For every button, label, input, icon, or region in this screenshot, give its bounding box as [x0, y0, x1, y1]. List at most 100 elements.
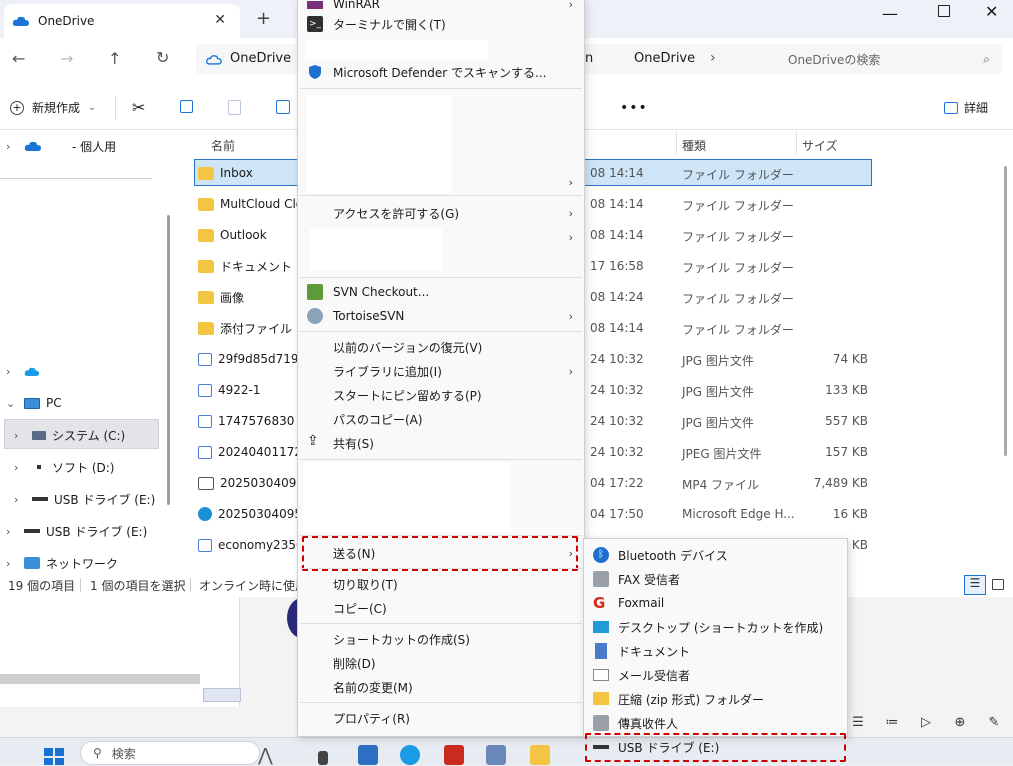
image-file-icon [198, 538, 212, 552]
chevron-right-icon[interactable]: › [6, 365, 18, 378]
sidebar-item-pc[interactable]: ⌄ PC [6, 389, 62, 417]
breadcrumb-fragment[interactable]: n [585, 51, 593, 66]
taskbar-search[interactable]: ⚲ 検索 [80, 741, 260, 765]
menu-item-copy-path[interactable]: パスのコピー(A) [297, 408, 585, 430]
app-icon[interactable] [318, 751, 328, 765]
menu-item-cut[interactable]: 切り取り(T) [297, 573, 585, 595]
send-to-mail[interactable]: メール受信者 [583, 663, 848, 687]
close-window-icon[interactable]: ✕ [985, 2, 998, 21]
column-header-size[interactable]: サイズ [802, 137, 838, 154]
forward-icon[interactable]: → [60, 49, 73, 68]
column-header-name[interactable]: 名前 [211, 137, 235, 154]
copy-icon[interactable] [180, 100, 193, 113]
play-icon[interactable]: ▷ [916, 715, 936, 730]
menu-item-create-shortcut[interactable]: ショートカットの作成(S) [297, 628, 585, 650]
menu-item-defender-scan[interactable]: Microsoft Defender でスキャンする... [297, 61, 585, 83]
sidebar-item-system-c[interactable]: › システム (C:) [14, 421, 125, 449]
menu-item-delete[interactable]: 削除(D) [297, 652, 585, 674]
chevron-right-icon[interactable]: › [6, 140, 18, 153]
menu-item-tortoisesvn[interactable]: TortoiseSVN › [297, 305, 585, 327]
windows-start-icon[interactable] [44, 748, 64, 765]
taskbar-search-input[interactable]: 検索 [112, 745, 136, 762]
menu-item-pin-to-start[interactable]: スタートにピン留めする(P) [297, 384, 585, 406]
usb-drive-icon [32, 497, 48, 501]
send-to-fax-recipient[interactable]: 傳真收件人 [583, 711, 848, 735]
send-to-bluetooth[interactable]: ᛒ Bluetooth デバイス [583, 543, 848, 567]
sidebar-item-onedrive[interactable]: › [6, 357, 46, 385]
maximize-icon[interactable] [938, 5, 950, 17]
menu-separator [300, 277, 582, 278]
chevron-down-icon[interactable]: ⌄ [6, 397, 18, 410]
column-header-type[interactable]: 種類 [682, 137, 706, 154]
paste-icon[interactable] [228, 100, 241, 115]
chevron-right-icon[interactable]: › [6, 525, 18, 538]
globe-icon[interactable]: ⊕ [950, 715, 970, 730]
menu-item-share[interactable]: ⇪ 共有(S) [297, 432, 585, 454]
search-box[interactable]: OneDriveの検索 ⌕ [776, 44, 1002, 74]
sidebar-item-usb-e[interactable]: › USB ドライブ (E:) [14, 485, 155, 513]
pen-icon[interactable]: ✎ [984, 715, 1004, 730]
menu-item-copy[interactable]: コピー(C) [297, 597, 585, 619]
calculator-icon[interactable] [358, 745, 378, 765]
breadcrumb-onedrive[interactable]: OneDrive [230, 51, 291, 66]
sidebar-item-soft-d[interactable]: › ソフト (D:) [14, 453, 114, 481]
sidebar-scrollbar[interactable] [167, 215, 170, 505]
breadcrumb-chevron[interactable]: › [710, 50, 716, 66]
cell-type: JPG 图片文件 [682, 416, 754, 430]
close-tab-icon[interactable]: ✕ [214, 12, 226, 28]
tab-onedrive[interactable]: OneDrive ✕ [4, 4, 240, 38]
menu-item-properties[interactable]: プロパティ(R) [297, 707, 585, 729]
tiles-view-icon[interactable] [992, 579, 1004, 590]
file-list-scrollbar[interactable] [1004, 166, 1007, 456]
send-to-zip[interactable]: 圧縮 (zip 形式) フォルダー [583, 687, 848, 711]
send-to-desktop[interactable]: デスクトップ (ショートカットを作成) [583, 615, 848, 639]
cut-icon[interactable]: ✂ [132, 98, 145, 117]
details-view-icon[interactable]: ☰ [964, 575, 986, 595]
new-button[interactable]: + 新規作成 ⌄ [10, 99, 96, 116]
cell-type: MP4 ファイル [682, 478, 760, 492]
more-options-icon[interactable]: ••• [620, 100, 648, 116]
menu-separator [300, 568, 582, 569]
rename-icon[interactable] [276, 100, 290, 114]
send-to-foxmail[interactable]: G Foxmail [583, 591, 848, 615]
minimize-icon[interactable]: — [882, 4, 898, 23]
divider [676, 131, 677, 155]
menu-item-svn-checkout[interactable]: SVN Checkout... [297, 281, 585, 303]
new-tab-button[interactable]: + [256, 8, 271, 29]
sidebar-item-network[interactable]: › ネットワーク [6, 549, 118, 577]
search-input[interactable]: OneDriveの検索 [788, 51, 880, 68]
back-icon[interactable]: ← [12, 49, 25, 68]
menu-item-redacted-submenu[interactable]: › [297, 226, 585, 248]
menu-item-restore-previous[interactable]: 以前のバージョンの復元(V) [297, 336, 585, 358]
sidebar-item-onedrive-personal[interactable]: › - 個人用 [6, 132, 116, 160]
chevron-right-icon[interactable]: › [6, 557, 18, 570]
tab-title: OneDrive [38, 14, 95, 28]
send-to-documents[interactable]: ドキュメント [583, 639, 848, 663]
menu-item-open-terminal[interactable]: >_ ターミナルで開く(T) [297, 13, 585, 35]
breadcrumb-onedrive-current[interactable]: OneDrive [634, 51, 695, 66]
refresh-icon[interactable]: ↻ [156, 48, 169, 67]
sidebar-item-usb-e-root[interactable]: › USB ドライブ (E:) [6, 517, 147, 545]
up-icon[interactable]: ↑ [108, 49, 121, 68]
chevron-right-icon[interactable]: › [14, 461, 26, 474]
bullets-icon[interactable]: ≔ [882, 715, 902, 730]
send-to-fax[interactable]: FAX 受信者 [583, 567, 848, 591]
list-icon[interactable]: ☰ [848, 715, 868, 730]
filezilla-icon[interactable] [444, 745, 464, 765]
chevron-right-icon[interactable]: › [14, 493, 26, 506]
menu-item-redacted-submenu[interactable]: › [297, 171, 585, 193]
item-count: 19 個の項目 [8, 579, 76, 593]
file-explorer-icon[interactable] [530, 745, 550, 765]
cell-type: ファイル フォルダー [682, 199, 794, 213]
divider [796, 131, 797, 155]
details-button[interactable]: 詳細 [944, 99, 988, 116]
chevron-right-icon[interactable]: › [14, 429, 26, 442]
app-icon[interactable]: ⋀ [258, 745, 278, 766]
menu-item-give-access[interactable]: アクセスを許可する(G) › [297, 202, 585, 224]
app-icon[interactable] [486, 745, 506, 765]
menu-item-rename[interactable]: 名前の変更(M) [297, 676, 585, 698]
edge-icon[interactable] [400, 745, 420, 765]
menu-item-add-to-library[interactable]: ライブラリに追加(I) › [297, 360, 585, 382]
cell-size: 16 KB [832, 507, 868, 521]
highlight-usb-drive [585, 733, 846, 762]
